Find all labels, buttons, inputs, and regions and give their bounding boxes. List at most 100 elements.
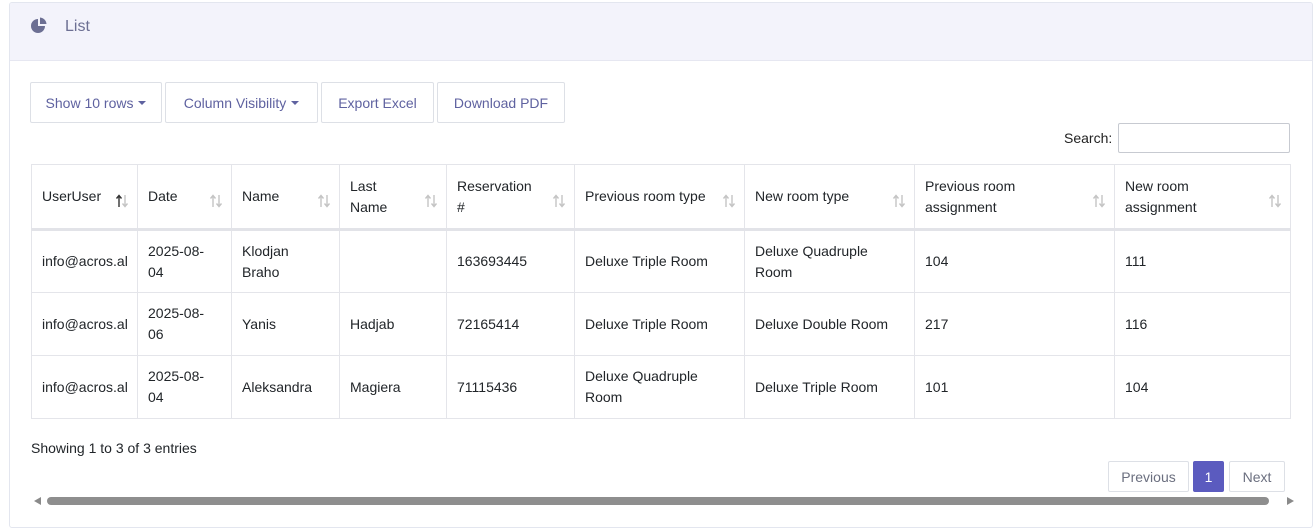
cell-text: info@acros.al bbox=[42, 253, 128, 269]
table-cell: 111 bbox=[1114, 229, 1291, 293]
table-cell: Deluxe Triple Room bbox=[574, 229, 745, 293]
table-body: info@acros.al 2025-08- 04 Klodjan Braho 16369… bbox=[31, 229, 1291, 419]
scrollbar-thumb[interactable] bbox=[47, 497, 1269, 505]
cell-text: 71115436 bbox=[457, 378, 518, 395]
page-title: List bbox=[65, 18, 90, 35]
table-cell: 2025-08- 04 bbox=[137, 355, 232, 419]
cell-text: Deluxe Double Room bbox=[755, 315, 889, 332]
sort-arrows-icon[interactable] bbox=[424, 194, 438, 208]
cell-text: Deluxe Quadruple bbox=[585, 368, 698, 384]
cell-text: Hadjab bbox=[350, 315, 395, 332]
table-cell: 2025-08- 04 bbox=[137, 229, 232, 293]
table-header-row: UserUser Date Name Last Name Reservation # Prev… bbox=[31, 164, 1291, 231]
previous-page-button[interactable]: Previous bbox=[1108, 461, 1189, 492]
column-header[interactable]: Name bbox=[231, 164, 340, 231]
sort-arrows-icon[interactable] bbox=[1268, 194, 1282, 208]
page-1-button[interactable]: 1 bbox=[1193, 461, 1224, 492]
column-header-line: Reservation bbox=[457, 177, 532, 194]
table-cell: Klodjan Braho bbox=[231, 229, 340, 293]
cell-text: Deluxe Quadruple bbox=[755, 242, 868, 259]
column-header-line: Previous room bbox=[925, 177, 1016, 194]
column-header-line: assignment bbox=[925, 198, 997, 215]
search-input[interactable] bbox=[1118, 123, 1290, 153]
list-card: List Show 10 rows Column Visibility Expo… bbox=[9, 2, 1313, 528]
horizontal-scrollbar[interactable] bbox=[31, 495, 1294, 507]
column-header[interactable]: New room type bbox=[744, 164, 915, 231]
page-number: 1 bbox=[1204, 468, 1213, 485]
column-header-label: New room assignment bbox=[1125, 176, 1280, 218]
card-header: List bbox=[10, 3, 1312, 61]
column-header[interactable]: Previous room type bbox=[574, 164, 745, 231]
column-header-label: New room type bbox=[755, 186, 904, 207]
column-header[interactable]: Date bbox=[137, 164, 232, 231]
table-cell: Deluxe Quadruple Room bbox=[574, 355, 745, 419]
table-cell: 104 bbox=[914, 229, 1115, 293]
scroll-right-arrow-icon[interactable] bbox=[1287, 497, 1294, 505]
column-header[interactable]: New room assignment bbox=[1114, 164, 1291, 231]
table-cell: 163693445 bbox=[446, 229, 575, 293]
column-header-label: Previous room type bbox=[585, 186, 734, 207]
next-label: Next bbox=[1242, 468, 1272, 485]
sort-arrows-icon[interactable] bbox=[552, 194, 566, 208]
table-cell: Deluxe Triple Room bbox=[574, 292, 745, 356]
previous-label: Previous bbox=[1121, 468, 1176, 485]
column-header[interactable]: Reservation # bbox=[446, 164, 575, 231]
table-cell: Deluxe Double Room bbox=[744, 292, 915, 356]
caret-down-icon bbox=[291, 101, 300, 105]
table-cell: 116 bbox=[1114, 292, 1291, 356]
table-cell: info@acros.al bbox=[31, 292, 138, 356]
cell-text: Deluxe Triple Room bbox=[755, 378, 878, 395]
column-header[interactable]: UserUser bbox=[31, 164, 138, 231]
table-cell: Yanis bbox=[231, 292, 340, 356]
column-header[interactable]: Last Name bbox=[339, 164, 447, 231]
table-cell: 101 bbox=[914, 355, 1115, 419]
column-header-line: assignment bbox=[1125, 198, 1197, 215]
sort-arrows-icon[interactable] bbox=[209, 194, 223, 208]
cell-text: Yanis bbox=[242, 315, 276, 332]
column-visibility-button[interactable]: Column Visibility bbox=[165, 82, 318, 123]
cell-text: Room bbox=[585, 389, 623, 405]
table-cell: Hadjab bbox=[339, 292, 447, 356]
column-header-label: Name bbox=[242, 186, 329, 207]
next-page-button[interactable]: Next bbox=[1229, 461, 1285, 492]
cell-text: 2025-08- bbox=[148, 242, 205, 259]
data-table: UserUser Date Name Last Name Reservation # Prev… bbox=[31, 164, 1291, 419]
cell-text: Magiera bbox=[350, 378, 401, 395]
cell-text: 04 bbox=[148, 263, 164, 280]
search-label: Search: bbox=[1064, 130, 1113, 146]
caret-down-icon bbox=[138, 101, 147, 105]
column-header-line: New room bbox=[1125, 177, 1189, 194]
cell-text: Deluxe Triple Room bbox=[585, 315, 708, 332]
table-cell: Deluxe Quadruple Room bbox=[744, 229, 915, 293]
export-excel-button[interactable]: Export Excel bbox=[321, 82, 434, 123]
column-header-label: Reservation # bbox=[457, 176, 564, 218]
cell-text: 116 bbox=[1125, 315, 1148, 332]
sort-arrows-icon[interactable] bbox=[892, 194, 906, 208]
cell-text: 72165414 bbox=[457, 315, 520, 332]
download-pdf-button[interactable]: Download PDF bbox=[437, 82, 565, 123]
cell-text: 06 bbox=[148, 326, 164, 342]
column-header-line: Name bbox=[242, 188, 280, 204]
column-header-line: UserUser bbox=[42, 188, 102, 204]
column-header-line: # bbox=[457, 198, 465, 215]
sort-arrows-icon[interactable] bbox=[317, 194, 331, 208]
table-cell: Aleksandra bbox=[231, 355, 340, 419]
column-header-line: Name bbox=[350, 198, 388, 215]
column-header-line: New room type bbox=[755, 188, 850, 204]
cell-text: 04 bbox=[148, 389, 164, 405]
cell-text: 217 bbox=[925, 315, 949, 332]
cell-text: 2025-08- bbox=[148, 305, 205, 321]
cell-text: 104 bbox=[925, 253, 949, 269]
sort-arrows-icon[interactable] bbox=[115, 194, 129, 208]
table-cell bbox=[339, 229, 447, 293]
column-header-line: Previous room type bbox=[585, 188, 706, 204]
sort-arrows-icon[interactable] bbox=[722, 194, 736, 208]
column-header[interactable]: Previous room assignment bbox=[914, 164, 1115, 231]
show-rows-button[interactable]: Show 10 rows bbox=[30, 82, 162, 123]
scroll-left-arrow-icon[interactable] bbox=[34, 497, 41, 505]
table-cell: info@acros.al bbox=[31, 355, 138, 419]
table-cell: 72165414 bbox=[446, 292, 575, 356]
sort-arrows-icon[interactable] bbox=[1092, 194, 1106, 208]
table-cell: info@acros.al bbox=[31, 229, 138, 293]
table-cell: 104 bbox=[1114, 355, 1291, 419]
